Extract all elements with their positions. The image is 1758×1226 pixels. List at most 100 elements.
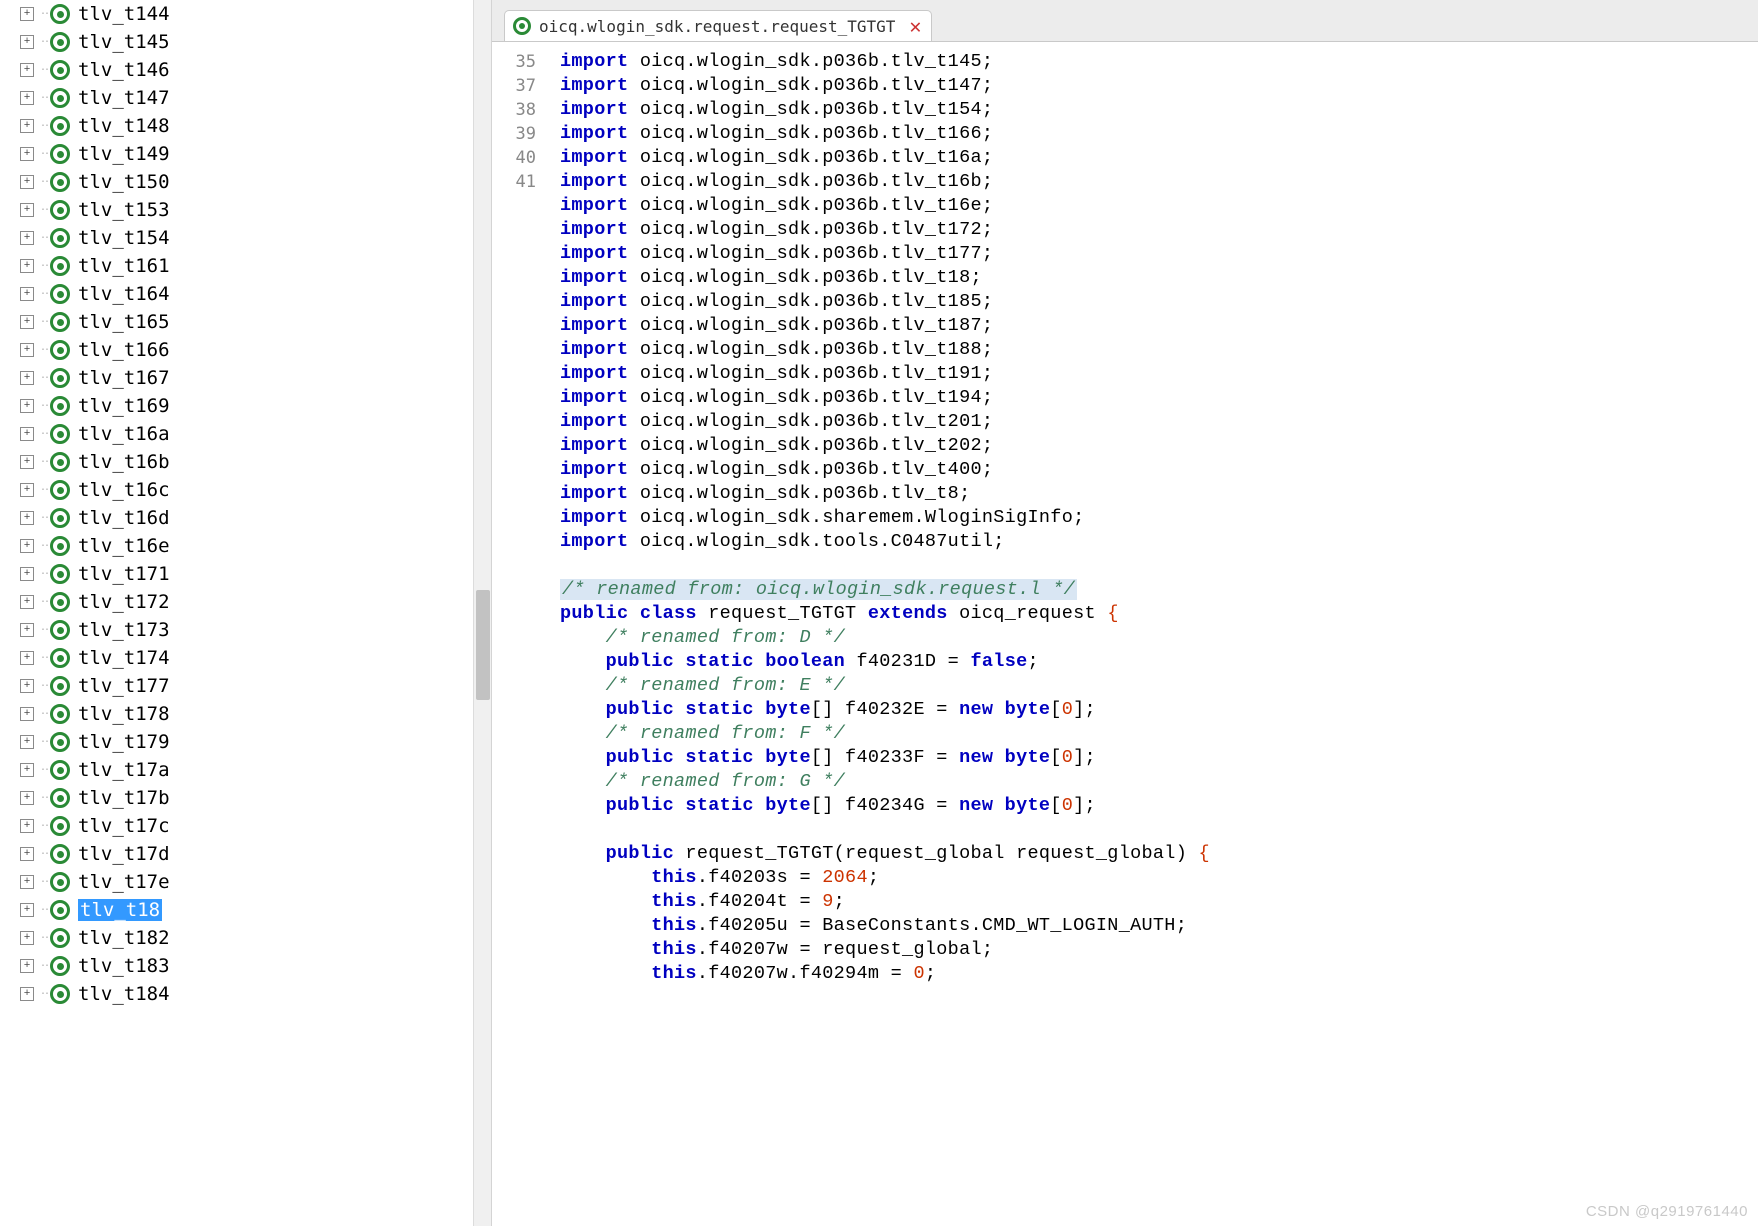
expand-icon[interactable]: + bbox=[20, 455, 34, 469]
tree-item-tlv_t17d[interactable]: +··tlv_t17d bbox=[0, 840, 473, 868]
tree-connector: ·· bbox=[40, 289, 48, 300]
expand-icon[interactable]: + bbox=[20, 63, 34, 77]
tree-item-tlv_t183[interactable]: +··tlv_t183 bbox=[0, 952, 473, 980]
tree-item-label: tlv_t177 bbox=[78, 675, 170, 697]
tree-item-tlv_t16e[interactable]: +··tlv_t16e bbox=[0, 532, 473, 560]
tree-item-tlv_t182[interactable]: +··tlv_t182 bbox=[0, 924, 473, 952]
expand-icon[interactable]: + bbox=[20, 399, 34, 413]
tree-connector: ·· bbox=[40, 485, 48, 496]
expand-icon[interactable]: + bbox=[20, 175, 34, 189]
expand-icon[interactable]: + bbox=[20, 343, 34, 357]
expand-icon[interactable]: + bbox=[20, 651, 34, 665]
tree-item-tlv_t161[interactable]: +··tlv_t161 bbox=[0, 252, 473, 280]
tree-item-tlv_t145[interactable]: +··tlv_t145 bbox=[0, 28, 473, 56]
tree-item-tlv_t150[interactable]: +··tlv_t150 bbox=[0, 168, 473, 196]
tree-item-tlv_t165[interactable]: +··tlv_t165 bbox=[0, 308, 473, 336]
expand-icon[interactable]: + bbox=[20, 259, 34, 273]
expand-icon[interactable]: + bbox=[20, 791, 34, 805]
class-icon bbox=[50, 564, 70, 584]
expand-icon[interactable]: + bbox=[20, 231, 34, 245]
tree-item-tlv_t146[interactable]: +··tlv_t146 bbox=[0, 56, 473, 84]
package-tree[interactable]: +··tlv_t144+··tlv_t145+··tlv_t146+··tlv_… bbox=[0, 0, 473, 1226]
tree-item-tlv_t166[interactable]: +··tlv_t166 bbox=[0, 336, 473, 364]
tree-item-label: tlv_t173 bbox=[78, 619, 170, 641]
tree-item-tlv_t167[interactable]: +··tlv_t167 bbox=[0, 364, 473, 392]
expand-icon[interactable]: + bbox=[20, 483, 34, 497]
tree-item-label: tlv_t16c bbox=[78, 479, 170, 501]
scrollbar-thumb[interactable] bbox=[476, 590, 490, 700]
tree-item-tlv_t16a[interactable]: +··tlv_t16a bbox=[0, 420, 473, 448]
tree-item-tlv_t16c[interactable]: + ·· tlv_t16c bbox=[0, 476, 473, 504]
expand-icon[interactable]: + bbox=[20, 959, 34, 973]
tree-item-tlv_t179[interactable]: +··tlv_t179 bbox=[0, 728, 473, 756]
expand-icon[interactable]: + bbox=[20, 595, 34, 609]
tree-item-tlv_t148[interactable]: +··tlv_t148 bbox=[0, 112, 473, 140]
tree-scrollbar[interactable] bbox=[473, 0, 491, 1226]
tree-connector: ·· bbox=[40, 9, 48, 20]
expand-icon[interactable]: + bbox=[20, 735, 34, 749]
expand-icon[interactable]: + bbox=[20, 903, 34, 917]
expand-icon[interactable]: + bbox=[20, 819, 34, 833]
class-icon bbox=[50, 676, 70, 696]
expand-icon[interactable]: + bbox=[20, 567, 34, 581]
class-icon bbox=[50, 60, 70, 80]
tree-item-label: tlv_t166 bbox=[78, 339, 170, 361]
expand-icon[interactable]: + bbox=[20, 875, 34, 889]
code-editor[interactable]: 35 37 38 39 40 41 import oicq.wlogin_sdk… bbox=[492, 42, 1758, 1226]
tree-item-label: tlv_t169 bbox=[78, 395, 170, 417]
tree-item-label: tlv_t148 bbox=[78, 115, 170, 137]
expand-icon[interactable]: + bbox=[20, 35, 34, 49]
close-icon[interactable]: ✕ bbox=[909, 16, 921, 36]
tree-item-tlv_t172[interactable]: +··tlv_t172 bbox=[0, 588, 473, 616]
expand-icon[interactable]: + bbox=[20, 679, 34, 693]
tree-item-label: tlv_t161 bbox=[78, 255, 170, 277]
expand-icon[interactable]: + bbox=[20, 987, 34, 1001]
tree-item-tlv_t16b[interactable]: +··tlv_t16b bbox=[0, 448, 473, 476]
tree-connector: ·· bbox=[40, 541, 48, 552]
tree-item-tlv_t147[interactable]: +··tlv_t147 bbox=[0, 84, 473, 112]
tree-item-tlv_t18[interactable]: +··tlv_t18 bbox=[0, 896, 473, 924]
tree-item-tlv_t164[interactable]: +··tlv_t164 bbox=[0, 280, 473, 308]
tree-item-tlv_t184[interactable]: +··tlv_t184 bbox=[0, 980, 473, 1008]
editor-tab-active[interactable]: oicq.wlogin_sdk.request.request_TGTGT ✕ bbox=[504, 10, 932, 41]
expand-icon[interactable]: + bbox=[20, 371, 34, 385]
class-icon bbox=[50, 32, 70, 52]
tree-item-tlv_t17a[interactable]: +··tlv_t17a bbox=[0, 756, 473, 784]
expand-icon[interactable]: + bbox=[20, 847, 34, 861]
tree-item-tlv_t17b[interactable]: +··tlv_t17b bbox=[0, 784, 473, 812]
expand-icon[interactable]: + bbox=[20, 119, 34, 133]
expand-icon[interactable]: + bbox=[20, 511, 34, 525]
expand-icon[interactable]: + bbox=[20, 427, 34, 441]
tree-item-tlv_t171[interactable]: +··tlv_t171 bbox=[0, 560, 473, 588]
expand-icon[interactable]: + bbox=[20, 315, 34, 329]
tree-connector: ·· bbox=[40, 877, 48, 888]
tree-item-tlv_t17c[interactable]: +··tlv_t17c bbox=[0, 812, 473, 840]
expand-icon[interactable]: + bbox=[20, 91, 34, 105]
expand-icon[interactable]: + bbox=[20, 147, 34, 161]
expand-icon[interactable]: + bbox=[20, 707, 34, 721]
expand-icon[interactable]: + bbox=[20, 7, 34, 21]
tree-item-tlv_t173[interactable]: +··tlv_t173 bbox=[0, 616, 473, 644]
tree-item-tlv_t177[interactable]: +··tlv_t177 bbox=[0, 672, 473, 700]
tree-item-label: tlv_t150 bbox=[78, 171, 170, 193]
expand-icon[interactable]: + bbox=[20, 763, 34, 777]
expand-icon[interactable]: + bbox=[20, 539, 34, 553]
tree-item-tlv_t16d[interactable]: +··tlv_t16d bbox=[0, 504, 473, 532]
tree-item-tlv_t149[interactable]: +··tlv_t149 bbox=[0, 140, 473, 168]
tree-item-tlv_t154[interactable]: +··tlv_t154 bbox=[0, 224, 473, 252]
tree-connector: ·· bbox=[40, 37, 48, 48]
tree-item-tlv_t169[interactable]: +··tlv_t169 bbox=[0, 392, 473, 420]
expand-icon[interactable]: + bbox=[20, 287, 34, 301]
tree-item-tlv_t174[interactable]: +··tlv_t174 bbox=[0, 644, 473, 672]
tree-item-label: tlv_t171 bbox=[78, 563, 170, 585]
tree-item-tlv_t153[interactable]: +··tlv_t153 bbox=[0, 196, 473, 224]
tree-item-tlv_t144[interactable]: +··tlv_t144 bbox=[0, 0, 473, 28]
class-icon bbox=[50, 984, 70, 1004]
tree-item-tlv_t17e[interactable]: +··tlv_t17e bbox=[0, 868, 473, 896]
tree-item-tlv_t178[interactable]: +··tlv_t178 bbox=[0, 700, 473, 728]
expand-icon[interactable]: + bbox=[20, 931, 34, 945]
expand-icon[interactable]: + bbox=[20, 203, 34, 217]
tree-connector: ·· bbox=[40, 961, 48, 972]
class-icon bbox=[50, 200, 70, 220]
expand-icon[interactable]: + bbox=[20, 623, 34, 637]
